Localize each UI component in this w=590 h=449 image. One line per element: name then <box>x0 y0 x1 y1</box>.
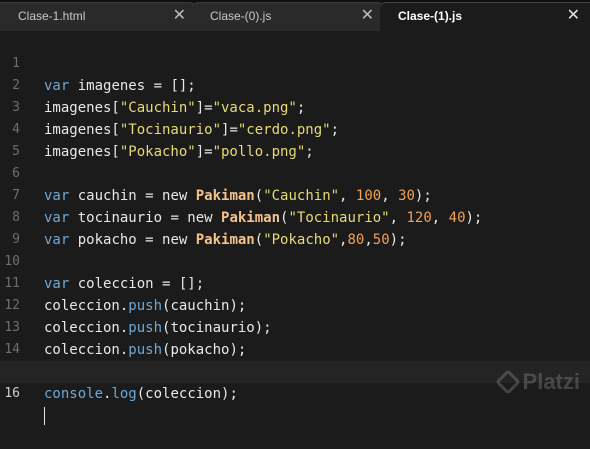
code-text <box>44 405 45 427</box>
tab-clase-1-js-active[interactable]: Clase-(1).js ✕ <box>380 2 590 31</box>
tab-clase-0-js[interactable]: Clase-(0).js ✕ <box>192 2 384 31</box>
code-line: 14 <box>0 317 590 357</box>
platzi-watermark: Platzi <box>494 369 580 395</box>
code-line: 2 imagenes["Cauchin"]="vaca.png"; <box>0 53 590 116</box>
close-icon[interactable]: ✕ <box>361 3 374 29</box>
watermark-text: Platzi <box>522 369 580 394</box>
code-token: (coleccion); <box>136 386 238 402</box>
code-line: 6 var cauchin = new Pakiman("Cauchin", 1… <box>0 141 590 204</box>
code-line: 5 <box>0 119 590 159</box>
code-line: 1 var imagenes = []; <box>0 31 590 94</box>
code-text: console.log(coleccion); <box>44 383 238 405</box>
tab-label: Clase-(1).js <box>398 9 463 23</box>
code-line: 10 var coleccion = []; <box>0 229 590 292</box>
keyword: console <box>44 386 104 402</box>
text-cursor <box>44 407 45 425</box>
code-line: 4 imagenes["Pokacho"]="pollo.png"; <box>0 97 590 160</box>
code-line: 12 coleccion.push(tocinaurio); <box>0 273 590 336</box>
code-line: 8 var pokacho = new Pakiman("Pokacho",80… <box>0 185 590 248</box>
tab-label: Clase-1.html <box>18 9 86 23</box>
platzi-logo-icon <box>494 369 521 395</box>
code-line: 3 imagenes["Tocinaurio"]="cerdo.png"; <box>0 75 590 138</box>
code-editor[interactable]: 1 var imagenes = []; 2 imagenes["Cauchin… <box>0 31 590 425</box>
close-icon[interactable]: ✕ <box>173 3 186 29</box>
code-line: 15 console.log(coleccion); <box>0 339 590 402</box>
close-icon[interactable]: ✕ <box>567 3 580 29</box>
code-line: 11 coleccion.push(cauchin); <box>0 251 590 314</box>
code-line: 13 coleccion.push(pokacho); <box>0 295 590 358</box>
tab-clase-1-html[interactable]: Clase-1.html ✕ <box>0 2 196 31</box>
tab-bar: Clase-1.html ✕ Clase-(0).js ✕ Clase-(1).… <box>0 0 590 31</box>
code-line: 7 var tocinaurio = new Pakiman("Tocinaur… <box>0 163 590 226</box>
tab-label: Clase-(0).js <box>210 9 272 23</box>
method-name: log <box>111 386 137 402</box>
line-number: 16 <box>4 386 20 401</box>
code-line: 9 <box>0 207 590 247</box>
